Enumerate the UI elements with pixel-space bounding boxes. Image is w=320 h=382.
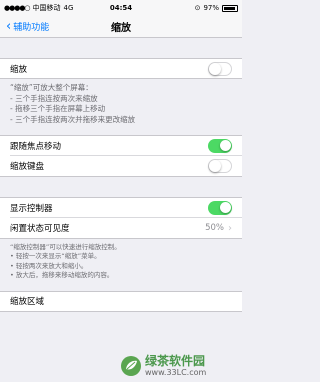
controller-description-line: • 放大后，拖移来移动缩放的内容。	[10, 271, 114, 280]
idle-visibility-label: 闲置状态可见度	[10, 224, 70, 234]
toggle-knob	[209, 62, 221, 75]
toggle-knob	[209, 160, 221, 172]
zoom-description: “缩放”可放大整个屏幕： - 三个手指连按两次来缩放 - 拖移三个手指在屏幕上移…	[0, 79, 242, 125]
zoom-row: 缩放	[0, 58, 242, 79]
status-time: 04:54	[109, 4, 133, 12]
zoom-keyboard-label: 缩放键盘	[10, 162, 45, 172]
controller-description-line: • 轻按两次来放大和缩小。	[10, 261, 88, 270]
zoom-description-line: - 三个手指连按两次并拖移来更改缩放	[10, 114, 136, 124]
controller-description-line: “缩放控制器”可以快速进行缩放控制。	[10, 243, 121, 251]
follow-focus-row: 跟随焦点移动	[0, 135, 242, 156]
follow-focus-toggle[interactable]	[208, 139, 232, 153]
chevron-left-icon: ‹	[6, 19, 12, 34]
zoom-description-line: - 三个手指连按两次来缩放	[10, 93, 98, 103]
zoom-region-row[interactable]: 缩放区域	[0, 290, 242, 312]
follow-focus-label: 跟随焦点移动	[10, 142, 62, 152]
show-controller-row: 显示控制器	[0, 197, 242, 218]
zoom-keyboard-toggle[interactable]	[208, 159, 232, 173]
idle-visibility-row[interactable]: 闲置状态可见度 50% ›	[0, 218, 242, 239]
toggle-knob	[220, 202, 231, 213]
zoom-toggle[interactable]	[208, 61, 232, 76]
idle-visibility-value: 50%	[205, 223, 224, 233]
zoom-label: 缩放	[10, 64, 28, 75]
zoom-region-label: 缩放区域	[10, 297, 45, 308]
zoom-description-line: - 拖移三个手指在屏幕上移动	[10, 104, 106, 113]
chevron-right-icon: ›	[228, 222, 232, 234]
back-button[interactable]: ‹ 辅助功能	[0, 20, 49, 33]
zoom-description-heading: “缩放”可放大整个屏幕：	[10, 83, 93, 92]
watermark-url: www.33LC.com	[145, 368, 207, 378]
show-controller-label: 显示控制器	[10, 204, 53, 214]
watermark: 绿茶软件园 www.33LC.com	[120, 350, 242, 382]
battery-icon	[222, 4, 238, 12]
back-label: 辅助功能	[13, 23, 50, 33]
status-bar: ●●●●○ 中国移动 4G 04:54 ⊙ 97%	[0, 0, 242, 16]
show-controller-toggle[interactable]	[208, 201, 232, 215]
toggle-knob	[220, 140, 231, 151]
navigation-bar: ‹ 辅助功能 缩放	[0, 16, 242, 38]
controller-description: “缩放控制器”可以快速进行缩放控制。 • 轻按一次来显示“缩放”菜单。 • 轻按…	[0, 239, 242, 281]
tea-leaf-logo-icon	[121, 356, 141, 376]
controller-description-line: • 轻按一次来显示“缩放”菜单。	[10, 252, 101, 261]
zoom-keyboard-row: 缩放键盘	[0, 156, 242, 177]
watermark-brand: 绿茶软件园	[145, 353, 206, 368]
